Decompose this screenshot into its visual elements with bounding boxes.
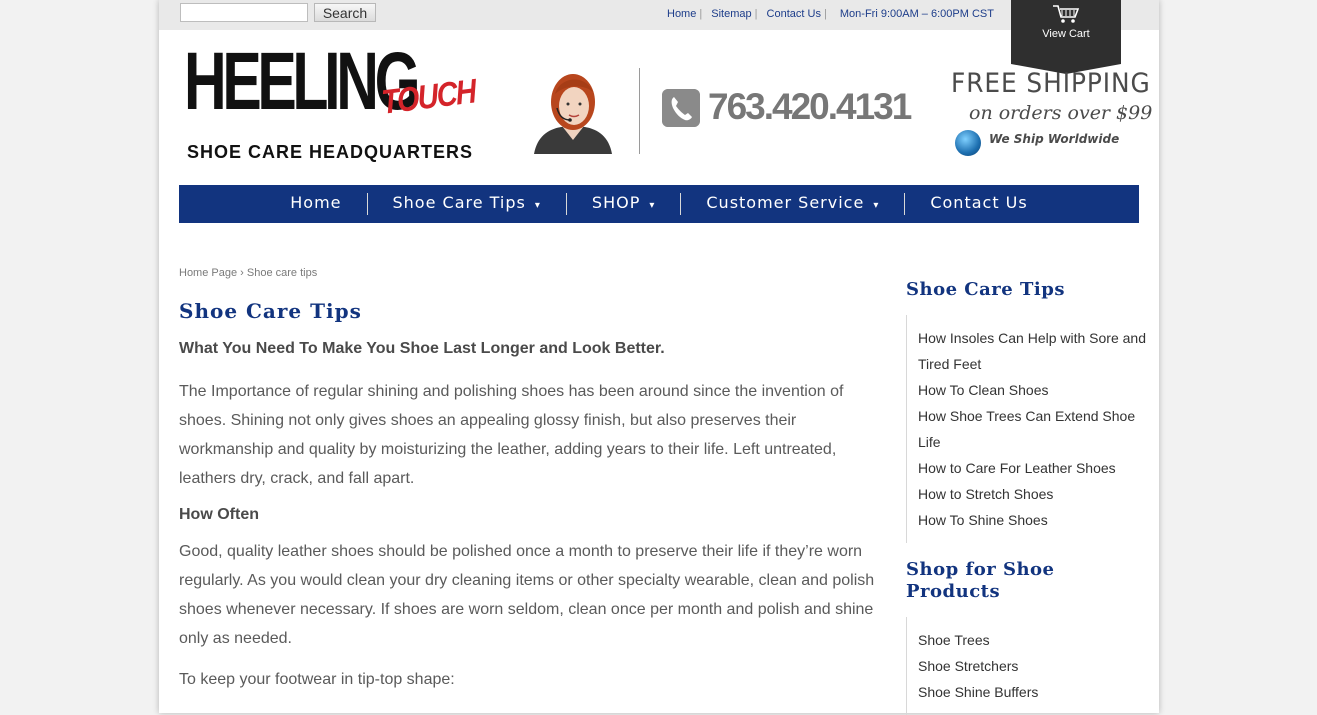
page-title: Shoe Care Tips [179, 299, 362, 323]
sidebar-shop-link[interactable]: Shoe Stretchers [918, 653, 1146, 679]
shipping-subtitle: on orders over $99 [969, 102, 1153, 124]
view-cart-label: View Cart [1042, 28, 1090, 40]
sidebar-tip-link[interactable]: How Shoe Trees Can Extend Shoe Life [918, 403, 1146, 455]
page-container: Search Home | Sitemap | Contact Us | Mon-Fr… [159, 0, 1159, 715]
sidebar: Shoe Care Tips How Insoles Can Help with… [906, 279, 1146, 715]
site-logo[interactable]: HEELING TOUCH SHOE CARE HEADQUARTERS [184, 40, 499, 164]
globe-icon [955, 130, 981, 156]
sidebar-tip-link[interactable]: How Insoles Can Help with Sore and Tired… [918, 325, 1146, 377]
main-content: Shoe Care Tips What You Need To Make You… [179, 297, 891, 706]
top-link-home[interactable]: Home [667, 8, 696, 20]
lead-heading: What You Need To Make You Shoe Last Long… [179, 340, 665, 357]
main-navigation: Home Shoe Care Tips ▾ SHOP ▾ Customer Service… [179, 185, 1139, 223]
nav-item-home[interactable]: Home [265, 185, 366, 223]
nav-item-shoe-care-tips[interactable]: Shoe Care Tips ▾ [368, 185, 566, 223]
sidebar-tip-link[interactable]: How to Stretch Shoes [918, 481, 1146, 507]
breadcrumb-current: Shoe care tips [246, 267, 318, 279]
sidebar-shop-link[interactable]: Shoe Trees [918, 627, 1146, 653]
top-links: Home | Sitemap | Contact Us | Mon-Fri 9:00A… [667, 8, 994, 20]
sidebar-shop-list: Shoe Trees Shoe Stretchers Shoe Shine Bu… [906, 617, 1146, 715]
business-hours: Mon-Fri 9:00AM – 6:00PM CST [839, 8, 994, 20]
top-link-sitemap[interactable]: Sitemap [711, 8, 751, 20]
search-input[interactable] [180, 3, 308, 22]
divider: | [823, 8, 827, 20]
breadcrumb-home-link[interactable]: Home Page [179, 267, 237, 279]
sidebar-tip-link[interactable]: How to Care For Leather Shoes [918, 455, 1146, 481]
nav-item-customer-service[interactable]: Customer Service ▾ [681, 185, 904, 223]
shipping-title: FREE SHIPPING [951, 68, 1151, 99]
cart-icon [1053, 5, 1080, 23]
phone-icon [662, 89, 700, 127]
nav-label: Customer Service [706, 193, 865, 212]
view-cart-button[interactable]: View Cart [1011, 0, 1121, 74]
top-link-contact[interactable]: Contact Us [767, 8, 821, 20]
nav-item-contact-us[interactable]: Contact Us [905, 185, 1052, 223]
nav-label: Home [290, 193, 342, 212]
nav-label: SHOP [591, 193, 641, 212]
sidebar-tips-title: Shoe Care Tips [906, 279, 1065, 300]
nav-label: Shoe Care Tips [392, 193, 526, 212]
divider [639, 68, 640, 154]
support-agent-image [534, 74, 612, 154]
tips-intro-paragraph: To keep your footwear in tip-top shape: [179, 671, 455, 688]
top-bar: Search Home | Sitemap | Contact Us | Mon-Fr… [159, 0, 1159, 30]
chevron-down-icon: ▾ [649, 200, 656, 211]
phone-number[interactable]: 763.420.4131 [708, 86, 912, 128]
search-button[interactable]: Search [314, 3, 376, 22]
sidebar-tips-list: How Insoles Can Help with Sore and Tired… [906, 315, 1146, 543]
chevron-down-icon: ▾ [873, 200, 880, 211]
free-shipping-banner: FREE SHIPPING on orders over $99 We Ship… [949, 68, 1153, 160]
divider: | [754, 8, 758, 20]
how-often-paragraph: Good, quality leather shoes should be po… [179, 543, 875, 647]
intro-paragraph: The Importance of regular shining and po… [179, 383, 844, 487]
sidebar-tip-link[interactable]: How To Clean Shoes [918, 377, 1146, 403]
how-often-heading: How Often [179, 506, 259, 523]
logo-subtitle: SHOE CARE HEADQUARTERS [187, 142, 474, 162]
ship-worldwide-text: We Ship Worldwide [989, 132, 1120, 146]
sidebar-shop-title: Shop for Shoe Products [906, 559, 1055, 602]
breadcrumb: Home Page › Shoe care tips [179, 267, 317, 279]
nav-label: Contact Us [930, 193, 1028, 212]
sidebar-tip-link[interactable]: How To Shine Shoes [918, 507, 1146, 533]
sidebar-shop-link[interactable]: Shoe Shine Buffers [918, 679, 1146, 705]
chevron-down-icon: ▾ [534, 200, 541, 211]
divider: | [699, 8, 703, 20]
nav-item-shop[interactable]: SHOP ▾ [567, 185, 680, 223]
breadcrumb-separator: › [240, 267, 244, 279]
